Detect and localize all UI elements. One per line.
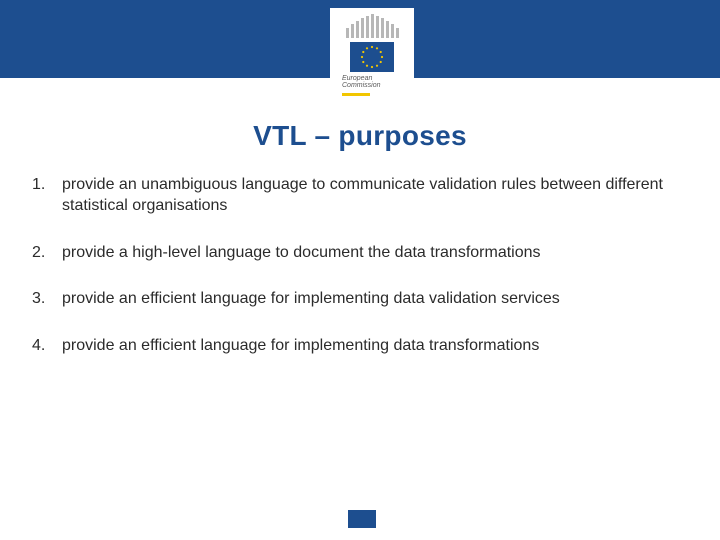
eu-flag-icon (350, 42, 394, 72)
slide: European Commission VTL – purposes provi… (0, 0, 720, 540)
content: provide an unambiguous language to commu… (28, 175, 692, 383)
purpose-list: provide an unambiguous language to commu… (28, 175, 692, 357)
logo-text: European Commission (330, 75, 414, 90)
list-item: provide a high-level language to documen… (28, 243, 692, 264)
ec-logo: European Commission (330, 8, 414, 98)
list-item: provide an unambiguous language to commu… (28, 175, 692, 217)
logo-text-line2: Commission (342, 82, 414, 89)
logo-text-line1: European (342, 75, 414, 82)
footer-flag-icon (348, 510, 376, 528)
berlaymont-icon (346, 12, 399, 38)
slide-title: VTL – purposes (0, 120, 720, 152)
logo-underline (342, 93, 370, 96)
list-item: provide an efficient language for implem… (28, 289, 692, 310)
list-item: provide an efficient language for implem… (28, 336, 692, 357)
